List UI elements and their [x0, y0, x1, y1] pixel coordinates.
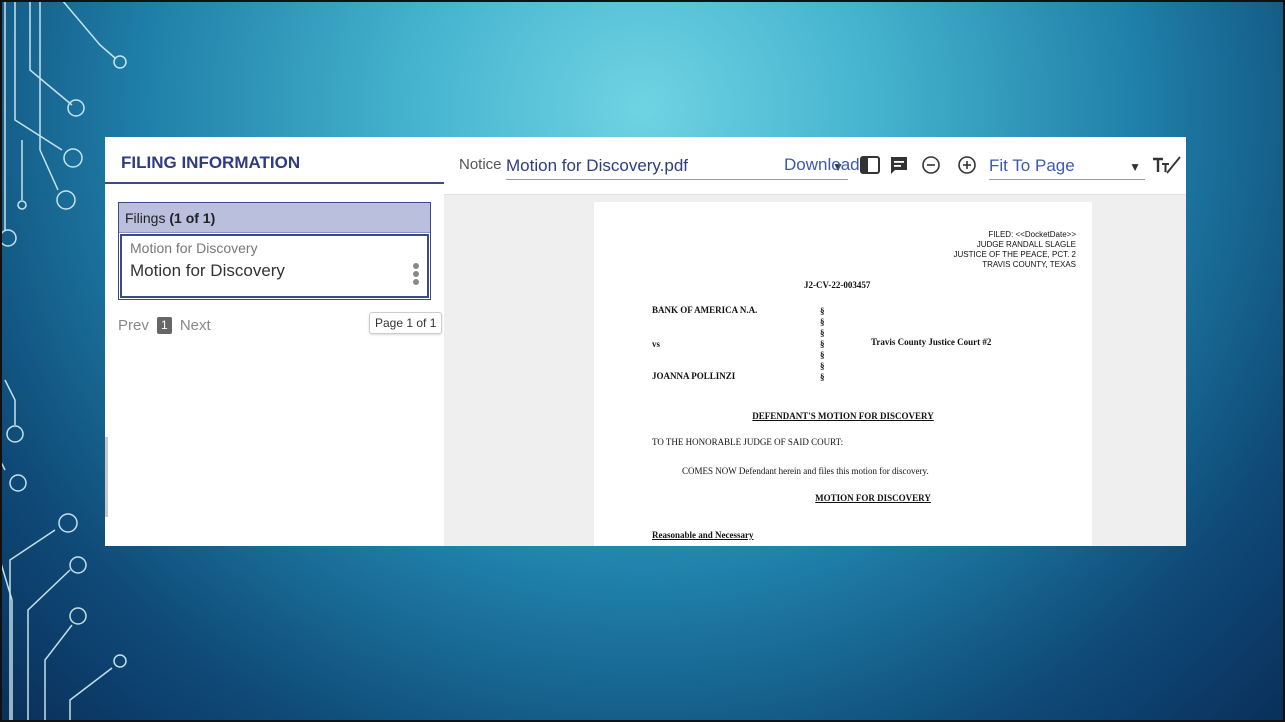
filings-list-header: Filings (1 of 1) — [119, 203, 430, 233]
chevron-down-icon: ▼ — [1129, 160, 1141, 174]
filed-stamp: FILED: <<DocketDate>> JUDGE RANDALL SLAG… — [953, 230, 1076, 270]
subheading: Reasonable and Necessary — [652, 530, 754, 540]
filing-info-title: FILING INFORMATION — [121, 153, 301, 172]
filing-info-panel: FILING INFORMATION Filings (1 of 1) Moti… — [105, 137, 444, 546]
filings-label: Filings — [125, 210, 166, 226]
filing-list-item[interactable]: Motion for Discovery Motion for Discover… — [120, 234, 429, 298]
document-page: FILED: <<DocketDate>> JUDGE RANDALL SLAG… — [594, 202, 1092, 546]
filings-list: Filings (1 of 1) Motion for Discovery Mo… — [118, 202, 431, 300]
sidebar-toggle-icon[interactable] — [859, 154, 881, 176]
section-mark: § — [820, 350, 825, 360]
filing-title: Motion for Discovery — [130, 261, 285, 280]
section-mark: § — [820, 361, 825, 371]
section-mark: § — [820, 339, 825, 349]
file-select-value: Motion for Discovery.pdf — [506, 156, 689, 175]
zoom-select[interactable]: Fit To Page ▼ — [989, 150, 1145, 180]
filed-line: FILED: <<DocketDate>> — [988, 230, 1076, 239]
document-title: DEFENDANT'S MOTION FOR DISCOVERY — [752, 411, 934, 421]
doc-type-label: Notice — [459, 156, 502, 173]
filing-info-header: FILING INFORMATION — [105, 137, 444, 184]
comments-icon[interactable] — [888, 154, 910, 176]
prev-page-button[interactable]: Prev — [118, 317, 149, 334]
viewer-toolbar: Notice Motion for Discovery.pdf ▼ Downlo… — [444, 137, 1186, 195]
filed-line: TRAVIS COUNTY, TEXAS — [982, 260, 1076, 269]
section-title: MOTION FOR DISCOVERY — [815, 493, 931, 503]
pagination: Prev 1 Next — [118, 317, 211, 334]
panel-divider — [105, 437, 108, 517]
page-count-badge: Page 1 of 1 — [369, 312, 443, 334]
filings-count: (1 of 1) — [169, 210, 216, 226]
next-page-button[interactable]: Next — [180, 317, 211, 334]
draw-line-icon[interactable] — [1164, 154, 1184, 176]
zoom-select-value: Fit To Page — [989, 156, 1075, 175]
document-viewer: Notice Motion for Discovery.pdf ▼ Downlo… — [444, 137, 1186, 546]
filed-line: JUDGE RANDALL SLAGLE — [976, 240, 1076, 249]
salutation: TO THE HONORABLE JUDGE OF SAID COURT: — [652, 437, 844, 447]
defendant-name: JOANNA POLLINZI — [652, 371, 736, 381]
court-name: Travis County Justice Court #2 — [871, 337, 992, 347]
more-options-icon[interactable] — [413, 263, 421, 289]
section-mark: § — [820, 372, 825, 382]
download-link[interactable]: Download — [784, 155, 860, 175]
section-mark: § — [820, 317, 825, 327]
section-mark: § — [820, 328, 825, 338]
zoom-in-icon[interactable] — [956, 154, 978, 176]
versus-label: vs — [652, 339, 661, 349]
filing-type: Motion for Discovery — [130, 240, 258, 256]
filing-viewer-window: FILING INFORMATION Filings (1 of 1) Moti… — [105, 137, 1186, 546]
section-mark: § — [820, 306, 825, 316]
filed-line: JUSTICE OF THE PEACE, PCT. 2 — [953, 250, 1076, 259]
page-number-button[interactable]: 1 — [156, 317, 172, 334]
zoom-out-icon[interactable] — [920, 154, 942, 176]
case-number: J2-CV-22-003457 — [804, 280, 871, 290]
intro-paragraph: COMES NOW Defendant herein and files thi… — [682, 466, 929, 476]
plaintiff-name: BANK OF AMERICA N.A. — [652, 305, 758, 315]
